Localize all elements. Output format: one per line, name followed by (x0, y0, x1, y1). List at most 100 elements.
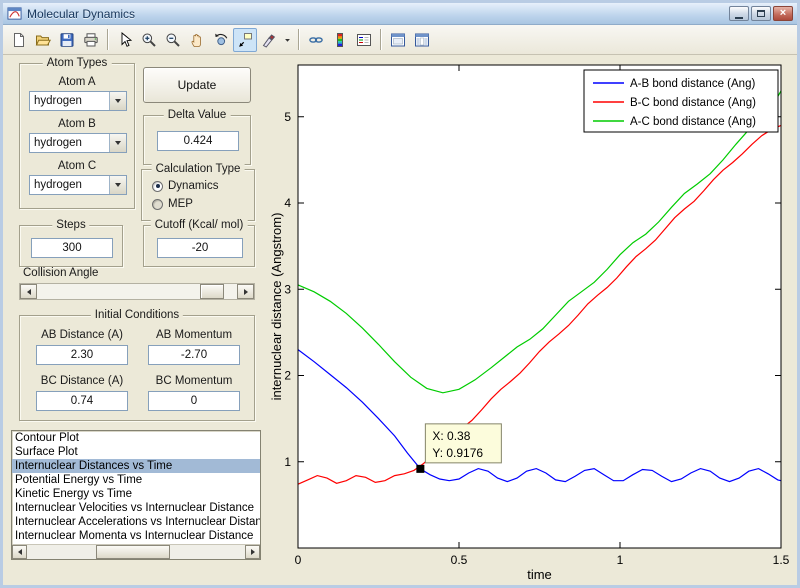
legend-label: A-C bond distance (Ang) (630, 116, 756, 128)
atom-b-select[interactable]: hydrogen (29, 133, 127, 153)
cutoff-input[interactable] (157, 238, 243, 258)
atom-a-label: Atom A (20, 76, 134, 88)
x-axis-label: time (527, 567, 552, 582)
window-title: Molecular Dynamics (27, 7, 135, 21)
list-item[interactable]: Internuclear Accelerations vs Internucle… (12, 515, 260, 529)
radio-dynamics[interactable]: Dynamics (152, 180, 218, 192)
radio-icon (152, 181, 163, 192)
plot-area[interactable]: 00.511.512345timeinternuclear distance (… (271, 55, 800, 588)
left-arrow-icon (18, 549, 22, 555)
rotate-3d-icon[interactable] (209, 28, 233, 52)
list-item[interactable]: Kinetic Energy vs Time (12, 487, 260, 501)
ab-distance-input[interactable] (36, 345, 128, 365)
steps-input[interactable] (31, 238, 113, 258)
zoom-in-icon[interactable] (137, 28, 161, 52)
list-item[interactable]: Potential Energy vs Time (12, 473, 260, 487)
window-controls: × (729, 6, 793, 21)
toolbar-separator (298, 29, 300, 50)
calculation-type-panel: Calculation Type Dynamics MEP (141, 169, 255, 221)
hscroll-left-arrow[interactable] (12, 545, 27, 559)
window-icon[interactable] (7, 6, 22, 21)
maximize-button[interactable] (751, 6, 771, 21)
bc-distance-input[interactable] (36, 391, 128, 411)
legend[interactable]: A-B bond distance (Ang) B-C bond distance… (584, 70, 778, 132)
save-glyph (59, 32, 75, 48)
slider-thumb[interactable] (200, 284, 224, 299)
hide-plot-tools-icon[interactable] (386, 28, 410, 52)
radio-mep[interactable]: MEP (152, 198, 193, 210)
cutoff-title: Cutoff (Kcal/ mol) (151, 219, 248, 232)
listbox-hscrollbar[interactable] (12, 544, 260, 559)
collision-angle-slider[interactable] (19, 283, 255, 300)
plot-type-listbox[interactable]: Contour PlotSurface PlotInternuclear Dis… (11, 430, 261, 560)
print-icon[interactable] (79, 28, 103, 52)
toolbar-separator (107, 29, 109, 50)
data-tip-marker[interactable] (416, 465, 424, 473)
list-item[interactable]: Surface Plot (12, 445, 260, 459)
radio-icon (152, 199, 163, 210)
x-tick-label: 1 (617, 553, 624, 567)
hscroll-thumb[interactable] (96, 545, 170, 559)
ab-momentum-label: AB Momentum (148, 329, 240, 341)
zoom-out-icon[interactable] (161, 28, 185, 52)
delta-value-input[interactable] (157, 131, 239, 151)
slider-left-arrow[interactable] (20, 284, 37, 299)
x-tick-label: 0.5 (451, 553, 468, 567)
bc-momentum-input[interactable] (148, 391, 240, 411)
show-plot-tools-icon[interactable] (410, 28, 434, 52)
brush-dropdown-glyph (282, 32, 293, 48)
show-plot-tools-glyph (414, 32, 430, 48)
insert-legend-icon[interactable] (352, 28, 376, 52)
edit-plot-arrow-icon[interactable] (113, 28, 137, 52)
brush-dropdown-icon[interactable] (281, 28, 294, 52)
close-button[interactable]: × (773, 6, 793, 21)
steps-title: Steps (52, 219, 89, 232)
atom-c-select[interactable]: hydrogen (29, 175, 127, 195)
zoom-out-glyph (165, 32, 181, 48)
chevron-down-icon[interactable] (109, 92, 126, 110)
save-icon[interactable] (55, 28, 79, 52)
ab-momentum-input[interactable] (148, 345, 240, 365)
atom-types-panel: Atom Types Atom A hydrogen Atom B hydrog… (19, 63, 135, 209)
insert-legend-glyph (356, 32, 372, 48)
data-cursor-icon[interactable] (233, 28, 257, 52)
update-button[interactable]: Update (143, 67, 251, 103)
legend-label: A-B bond distance (Ang) (630, 78, 755, 90)
chevron-down-icon[interactable] (109, 176, 126, 194)
delta-value-panel: Delta Value (143, 115, 251, 165)
x-tick-label: 0 (295, 553, 302, 567)
figure-toolbar (3, 25, 797, 55)
list-item[interactable]: Internuclear Velocities vs Internuclear … (12, 501, 260, 515)
initial-conditions-panel: Initial Conditions AB Distance (A) AB Mo… (19, 315, 255, 421)
chevron-down-icon[interactable] (109, 134, 126, 152)
list-item[interactable]: Internuclear Distances vs Time (12, 459, 260, 473)
open-file-icon[interactable] (31, 28, 55, 52)
legend-label: B-C bond distance (Ang) (630, 97, 756, 109)
link-plots-icon[interactable] (304, 28, 328, 52)
y-tick-label: 3 (284, 282, 291, 296)
slider-right-arrow[interactable] (237, 284, 254, 299)
bc-distance-label: BC Distance (A) (36, 375, 128, 387)
minimize-button[interactable] (729, 6, 749, 21)
insert-colorbar-glyph (332, 32, 348, 48)
y-axis-label: internuclear distance (Angstrom) (271, 213, 284, 401)
list-item[interactable]: Contour Plot (12, 431, 260, 445)
data-cursor-glyph (237, 32, 253, 48)
pan-hand-icon[interactable] (185, 28, 209, 52)
rotate-3d-glyph (213, 32, 229, 48)
brush-icon[interactable] (257, 28, 281, 52)
hscroll-right-arrow[interactable] (245, 545, 260, 559)
minimize-icon (735, 17, 743, 19)
new-document-icon[interactable] (7, 28, 31, 52)
data-tip-x: X: 0.38 (432, 429, 470, 443)
list-item[interactable]: Internuclear Momenta vs Internuclear Dis… (12, 529, 260, 543)
title-bar[interactable]: Molecular Dynamics × (3, 3, 797, 25)
atom-c-value: hydrogen (30, 179, 109, 191)
brush-glyph (261, 32, 277, 48)
data-tip-y: Y: 0.9176 (432, 446, 483, 460)
collision-angle-label: Collision Angle (23, 267, 98, 279)
insert-colorbar-icon[interactable] (328, 28, 352, 52)
atom-a-select[interactable]: hydrogen (29, 91, 127, 111)
app-window: Molecular Dynamics × Atom Types Atom A h… (0, 0, 800, 588)
open-file-glyph (35, 32, 51, 48)
